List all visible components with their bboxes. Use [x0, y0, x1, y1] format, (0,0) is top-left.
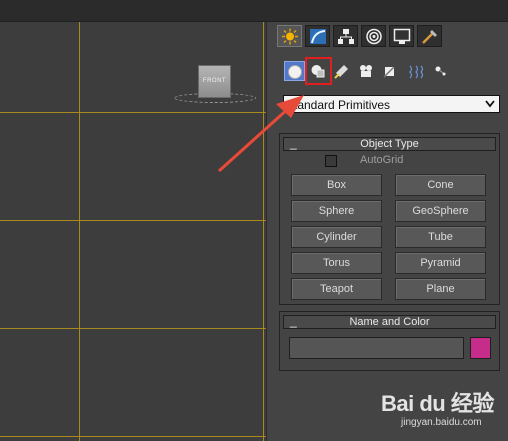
- baidu-watermark: Bai du 经验 jingyan.baidu.com: [381, 384, 506, 440]
- watermark-logo: Bai du 经验: [381, 391, 494, 416]
- annotation-arrow-icon: [217, 95, 304, 173]
- watermark-url: jingyan.baidu.com: [401, 417, 482, 428]
